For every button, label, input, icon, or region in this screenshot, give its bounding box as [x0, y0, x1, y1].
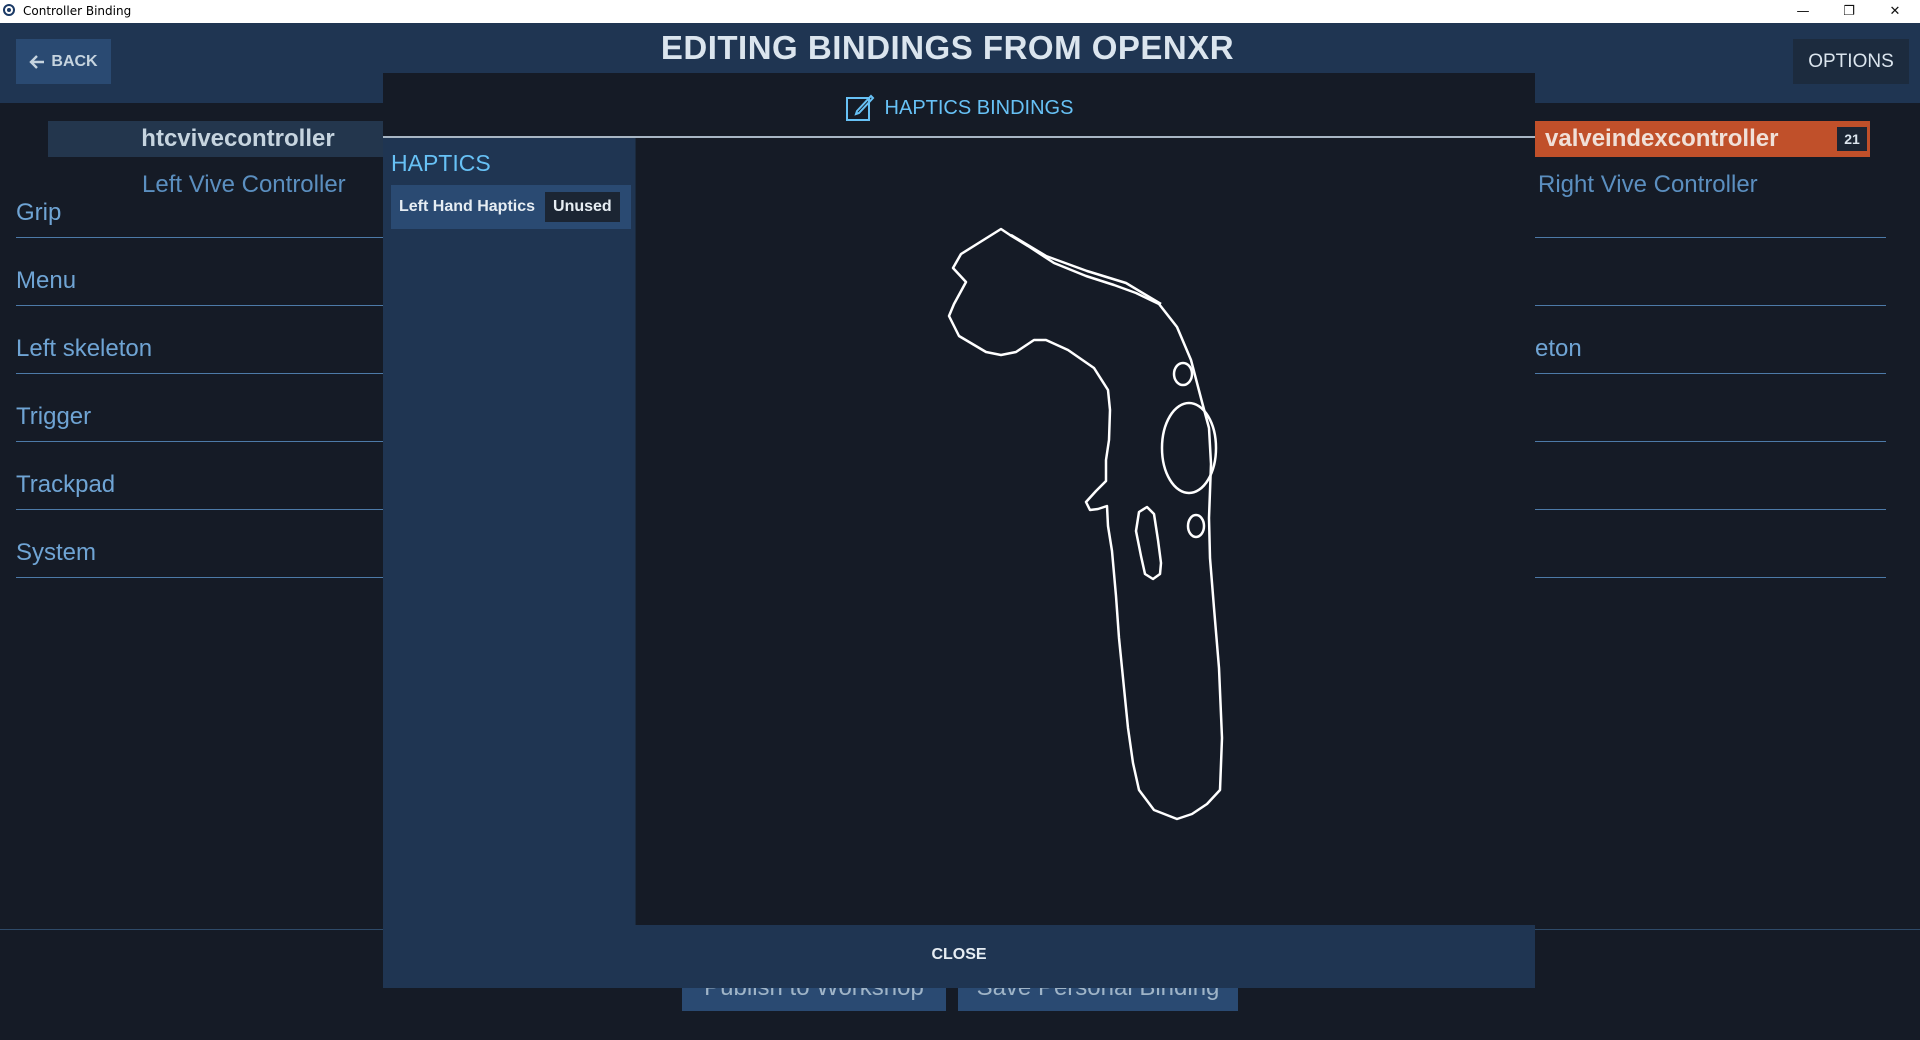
controller-tab-right[interactable]: valveindexcontroller: [1530, 121, 1870, 157]
action-row-system[interactable]: System: [16, 510, 386, 578]
app-icon: [3, 4, 15, 16]
action-row-trackpad[interactable]: Trackpad: [16, 442, 386, 510]
dialog-title: HAPTICS BINDINGS: [383, 93, 1535, 123]
haptic-status-badge: Unused: [545, 192, 620, 222]
dialog-title-text: HAPTICS BINDINGS: [884, 96, 1074, 119]
right-action-row[interactable]: [1534, 170, 1886, 238]
menu-button: [1172, 361, 1194, 387]
controller-diagram-area: [636, 138, 1535, 925]
grip-button: [1134, 505, 1163, 581]
controller-tab-left[interactable]: htcvivecontroller: [48, 121, 428, 157]
haptics-bindings-dialog: HAPTICS BINDINGS HAPTICS Left Hand Hapti…: [383, 73, 1535, 988]
dialog-header: HAPTICS BINDINGS: [383, 73, 1535, 138]
haptic-label: Left Hand Haptics: [399, 198, 536, 215]
trackpad: [1160, 401, 1218, 495]
options-button[interactable]: OPTIONS: [1793, 39, 1909, 84]
vive-controller-diagram: [947, 227, 1224, 821]
action-row-grip[interactable]: Grip: [16, 170, 386, 238]
haptics-panel: HAPTICS Left Hand Haptics Unused: [383, 138, 635, 925]
close-dialog-button[interactable]: CLOSE: [909, 935, 1009, 975]
dialog-footer: CLOSE: [383, 925, 1535, 988]
controller-count-badge: 21: [1837, 127, 1867, 151]
action-row-menu[interactable]: Menu: [16, 238, 386, 306]
action-row-left-skeleton[interactable]: Left skeleton: [16, 306, 386, 374]
edit-icon: [845, 94, 874, 121]
controller-outline: [947, 227, 1224, 821]
window-title: Controller Binding: [23, 4, 132, 18]
action-row-trigger[interactable]: Trigger: [16, 374, 386, 442]
restore-button[interactable]: ❐: [1826, 0, 1872, 23]
right-action-row[interactable]: [1534, 510, 1886, 578]
right-action-row[interactable]: [1534, 238, 1886, 306]
page-title: EDITING BINDINGS FROM OPENXR: [660, 29, 1235, 66]
left-hand-haptics-row[interactable]: Left Hand Haptics Unused: [391, 185, 631, 229]
close-window-button[interactable]: ✕: [1872, 0, 1918, 23]
section-title: HAPTICS: [391, 150, 491, 176]
window-title-bar: Controller Binding — ❐ ✕: [0, 0, 1920, 23]
minimize-button[interactable]: —: [1780, 0, 1826, 23]
right-action-row[interactable]: [1534, 374, 1886, 442]
right-action-row[interactable]: [1534, 442, 1886, 510]
right-action-row-skeleton[interactable]: eton: [1534, 306, 1886, 374]
system-button: [1186, 513, 1206, 539]
